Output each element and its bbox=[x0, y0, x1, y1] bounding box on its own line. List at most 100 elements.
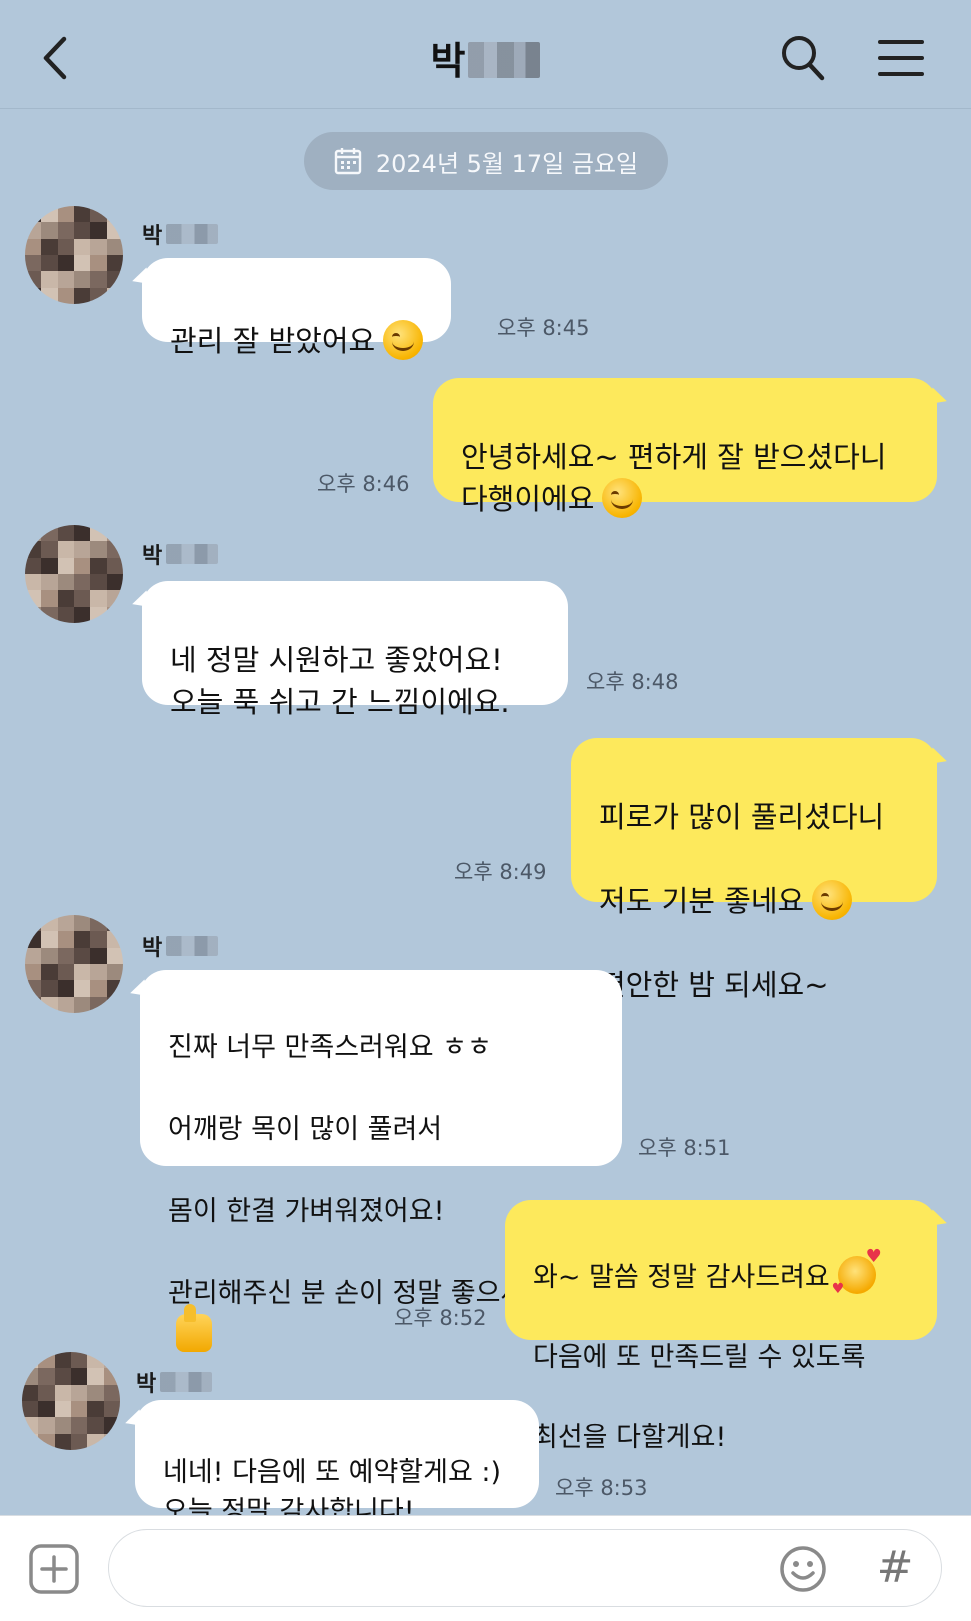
avatar-pixel bbox=[25, 222, 42, 239]
message-time: 오후 8:52 bbox=[394, 1306, 487, 1330]
avatar-pixel bbox=[22, 1401, 39, 1418]
message-bubble-incoming[interactable]: 진짜 너무 만족스러워요 ㅎㅎ 어깨랑 목이 많이 풀려서 몸이 한결 가벼워졌… bbox=[140, 970, 622, 1352]
attach-button[interactable] bbox=[28, 1543, 80, 1595]
chat-title-text: 박 bbox=[430, 39, 467, 83]
avatar-pixel bbox=[71, 1417, 88, 1434]
avatar-pixel bbox=[54, 1352, 71, 1369]
message-line: 최선을 다할게요! bbox=[533, 1422, 727, 1453]
plus-square-icon bbox=[29, 1544, 79, 1594]
avatar-pixel bbox=[25, 931, 42, 948]
emoji-button[interactable] bbox=[778, 1544, 828, 1594]
avatar-pixel bbox=[38, 1352, 55, 1369]
avatar-pixel bbox=[57, 964, 74, 981]
avatar-pixel bbox=[57, 222, 74, 239]
avatar-pixel bbox=[25, 606, 42, 623]
avatar-pixel bbox=[54, 1433, 71, 1450]
message-text: 네 정말 시원하고 좋았어요! 오늘 푹 쉬고 간 느낌이에요. bbox=[170, 643, 510, 719]
avatar-pixel bbox=[41, 606, 58, 623]
message-bubble-outgoing[interactable]: 안녕하세요~ 편하게 잘 받으셨다니 다행이에요 bbox=[433, 378, 937, 518]
avatar-pixel bbox=[106, 915, 123, 932]
avatar-pixel bbox=[106, 287, 123, 304]
message-time: 오후 8:48 bbox=[586, 670, 679, 694]
avatar-pixel bbox=[22, 1417, 39, 1434]
avatar-pixel bbox=[106, 222, 123, 239]
avatar-pixel bbox=[25, 287, 42, 304]
avatar-pixel bbox=[54, 1384, 71, 1401]
message-bubble-outgoing[interactable]: 와~ 말씀 정말 감사드려요 다음에 또 만족드릴 수 있도록 최선을 다할게요… bbox=[505, 1200, 937, 1453]
avatar-pixel bbox=[87, 1401, 104, 1418]
search-button[interactable] bbox=[778, 30, 828, 86]
sender-name: 박 bbox=[136, 1366, 213, 1398]
avatar[interactable] bbox=[25, 206, 123, 304]
avatar-pixel bbox=[54, 1417, 71, 1434]
avatar-pixel bbox=[90, 206, 107, 223]
message-input[interactable] bbox=[137, 1544, 741, 1594]
avatar[interactable] bbox=[25, 525, 123, 623]
avatar-pixel bbox=[106, 271, 123, 288]
message-line: 진짜 너무 만족스러워요 ㅎㅎ bbox=[168, 1032, 492, 1063]
avatar-pixel bbox=[38, 1433, 55, 1450]
message-bubble-incoming[interactable]: 네네! 다음에 또 예약할게요 :) 오늘 정말 감사합니다! bbox=[135, 1400, 539, 1527]
avatar-pixel bbox=[57, 287, 74, 304]
message-line: 피로가 많이 풀리셨다니 bbox=[599, 800, 885, 834]
avatar-pixel bbox=[74, 931, 91, 948]
hashtag-search-button[interactable]: # bbox=[870, 1542, 920, 1594]
avatar-pixel bbox=[41, 271, 58, 288]
sender-name-text: 박 bbox=[142, 936, 163, 961]
avatar-pixel bbox=[25, 541, 42, 558]
avatar-pixel bbox=[41, 238, 58, 255]
smiling-face-icon bbox=[812, 880, 853, 920]
avatar-pixel bbox=[106, 606, 123, 623]
avatar-pixel bbox=[41, 931, 58, 948]
message-bubble-incoming[interactable]: 네 정말 시원하고 좋았어요! 오늘 푹 쉬고 간 느낌이에요. bbox=[142, 581, 568, 719]
avatar-pixel bbox=[74, 980, 91, 997]
avatar-pixel bbox=[90, 606, 107, 623]
sender-name: 박 bbox=[142, 538, 219, 570]
avatar-pixel bbox=[103, 1384, 120, 1401]
avatar-pixel bbox=[38, 1401, 55, 1418]
avatar-pixel bbox=[90, 931, 107, 948]
avatar-pixel bbox=[90, 557, 107, 574]
avatar-pixel bbox=[90, 590, 107, 607]
thumbs-up-icon bbox=[176, 1304, 212, 1352]
sender-name-text: 박 bbox=[142, 224, 163, 249]
avatar-pixel bbox=[90, 525, 107, 542]
avatar-pixel bbox=[90, 222, 107, 239]
menu-button[interactable] bbox=[876, 34, 926, 84]
avatar-pixel bbox=[90, 287, 107, 304]
date-text: 2024년 5월 17일 금요일 bbox=[375, 149, 639, 178]
avatar-pixel bbox=[57, 947, 74, 964]
message-time: 오후 8:53 bbox=[555, 1476, 648, 1500]
avatar[interactable] bbox=[22, 1352, 120, 1450]
message-line: 다음에 또 만족드릴 수 있도록 bbox=[533, 1342, 866, 1373]
avatar-pixel bbox=[90, 238, 107, 255]
message-bubble-incoming[interactable]: 관리 잘 받았어요 bbox=[142, 258, 452, 360]
avatar-pixel bbox=[90, 996, 107, 1013]
hamburger-menu-icon bbox=[878, 40, 924, 76]
avatar-pixel bbox=[87, 1384, 104, 1401]
sender-name: 박 bbox=[142, 930, 219, 962]
avatar-pixel bbox=[90, 255, 107, 272]
avatar-pixel bbox=[57, 606, 74, 623]
avatar-pixel bbox=[41, 222, 58, 239]
message-line: 어깨랑 목이 많이 풀려서 bbox=[168, 1114, 443, 1145]
avatar-pixel bbox=[57, 931, 74, 948]
avatar-pixel bbox=[71, 1401, 88, 1418]
message-text: 관리 잘 받았어요 bbox=[170, 324, 376, 358]
avatar-pixel bbox=[103, 1433, 120, 1450]
avatar-pixel bbox=[74, 287, 91, 304]
avatar-pixel bbox=[74, 606, 91, 623]
message-time: 오후 8:45 bbox=[497, 316, 590, 340]
avatar-pixel bbox=[57, 525, 74, 542]
message-bubble-outgoing[interactable]: 피로가 많이 풀리셨다니 저도 기분 좋네요 편안한 밤 되세요~ bbox=[571, 738, 937, 1002]
avatar-pixel bbox=[57, 996, 74, 1013]
message-line: 와~ 말씀 정말 감사드려요 bbox=[533, 1262, 830, 1293]
avatar-pixel bbox=[106, 980, 123, 997]
avatar-pixel bbox=[74, 271, 91, 288]
avatar-pixel bbox=[25, 915, 42, 932]
avatar-pixel bbox=[106, 574, 123, 591]
avatar-pixel bbox=[25, 206, 42, 223]
avatar[interactable] bbox=[25, 915, 123, 1013]
avatar-pixel bbox=[74, 238, 91, 255]
avatar-pixel bbox=[90, 947, 107, 964]
